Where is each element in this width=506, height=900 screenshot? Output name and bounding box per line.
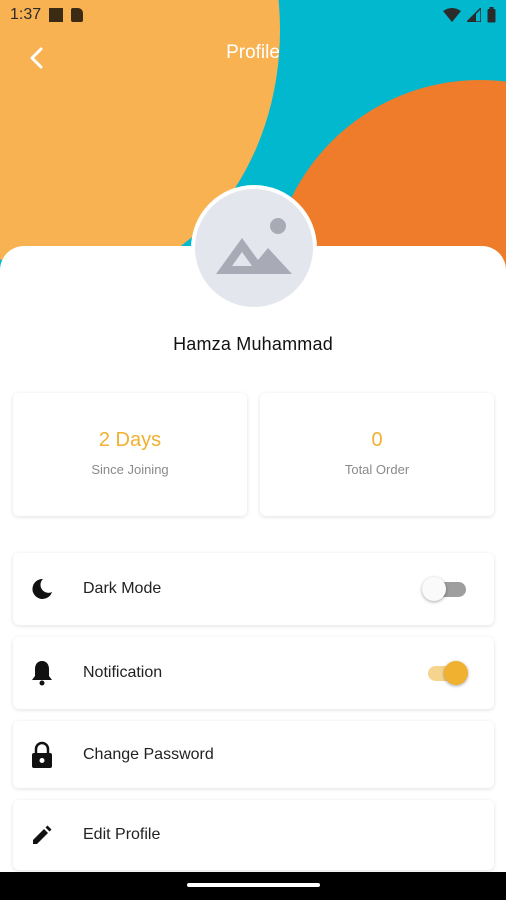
settings-row-label: Notification [83, 664, 163, 681]
stat-label: Total Order [344, 462, 410, 477]
settings-row-label: Change Password [83, 745, 214, 763]
toggle-thumb [422, 577, 446, 601]
user-name: Hamza Muhammad [173, 334, 333, 354]
lock-icon [28, 741, 56, 769]
home-indicator[interactable] [187, 883, 320, 887]
settings-row-change-password[interactable]: Change Password [13, 721, 494, 788]
moon-icon [28, 575, 56, 603]
stat-value: 2 Days [98, 429, 162, 451]
page-title: Profile [226, 42, 280, 63]
system-navigation-bar [0, 872, 506, 900]
bell-icon [28, 659, 56, 687]
image-placeholder-icon [216, 218, 292, 274]
dark-mode-toggle[interactable] [422, 575, 470, 603]
avatar-placeholder [195, 189, 313, 307]
profile-screen: 1:37 Profile Hamza Muhammad 2 Days Since… [0, 0, 506, 900]
settings-row-notification: Notification [13, 637, 494, 709]
status-bar: 1:37 [0, 0, 506, 30]
status-icons [443, 7, 496, 23]
status-time: 1:37 [10, 6, 42, 23]
stat-label: Since Joining [91, 462, 169, 477]
settings-row-label: Dark Mode [83, 580, 162, 597]
wifi-icon [443, 8, 461, 22]
notification-square-icon [49, 8, 64, 22]
sd-card-icon [71, 8, 84, 22]
toggle-thumb [444, 661, 468, 685]
settings-row-label: Edit Profile [83, 826, 161, 843]
settings-row-edit-profile[interactable]: Edit Profile [13, 800, 494, 870]
avatar[interactable] [191, 185, 317, 311]
pencil-icon [28, 821, 56, 849]
stat-card-since-joining: 2 Days Since Joining [13, 393, 247, 516]
signal-icon [467, 8, 481, 22]
battery-icon [487, 7, 496, 23]
notification-toggle[interactable] [422, 659, 470, 687]
stat-value: 0 [371, 429, 383, 451]
settings-row-dark-mode: Dark Mode [13, 553, 494, 625]
stat-card-total-order: 0 Total Order [260, 393, 494, 516]
app-bar: Profile [0, 30, 506, 86]
